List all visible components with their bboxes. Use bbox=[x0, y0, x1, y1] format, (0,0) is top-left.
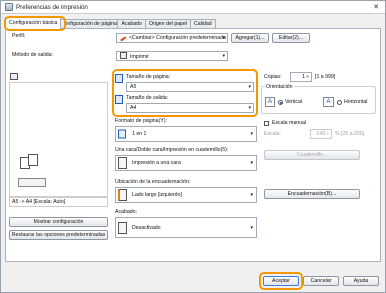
print-preferences-window: Preferencias de impresión ✕ Configuració… bbox=[0, 0, 386, 293]
tab-basic-settings[interactable]: Configuración básica bbox=[5, 17, 62, 29]
binding-icon bbox=[118, 189, 127, 201]
manual-scale-label: Escala manual bbox=[272, 120, 307, 126]
binding-label: Ubicación de la encuadernación: bbox=[115, 179, 191, 185]
add-profile-button[interactable]: Agregar(1)... bbox=[231, 33, 269, 43]
page-layout-value: 1 en 1 bbox=[132, 131, 147, 137]
preview-mode-icon[interactable] bbox=[10, 73, 18, 80]
horizontal-label: Horizontal bbox=[344, 99, 368, 105]
printer-small-icon bbox=[120, 52, 127, 59]
preview-area bbox=[9, 82, 108, 197]
finishing-label: Acabado: bbox=[115, 209, 137, 215]
chevron-down-icon: ▾ bbox=[222, 53, 225, 59]
page-size-icon bbox=[115, 74, 123, 83]
booklet-button[interactable]: Cuadernillo... bbox=[264, 150, 360, 160]
chevron-down-icon: ▾ bbox=[250, 160, 253, 166]
output-method-value: Imprimir bbox=[130, 54, 149, 60]
page-layout-select[interactable]: 1 en 1 ▾ bbox=[115, 126, 257, 142]
chevron-down-icon: ▾ bbox=[248, 84, 251, 90]
chevron-down-icon: ▾ bbox=[222, 35, 225, 41]
duplex-value: Impresión a una cara bbox=[132, 160, 181, 166]
scale-input[interactable]: 143 ÷ bbox=[310, 129, 332, 139]
duplex-select[interactable]: Impresión a una cara ▾ bbox=[115, 155, 257, 171]
scale-range: % [25 a 200] bbox=[335, 131, 365, 137]
manual-scale-checkbox[interactable] bbox=[264, 121, 269, 126]
help-button[interactable]: Ayuda bbox=[343, 276, 379, 286]
binding-select[interactable]: Lado largo [izquierdo] ▾ bbox=[115, 187, 257, 203]
pencil-icon bbox=[119, 35, 127, 42]
horizontal-radio[interactable] bbox=[337, 100, 342, 105]
show-settings-button[interactable]: Mostrar configuración bbox=[9, 217, 108, 227]
chevron-down-icon: ▾ bbox=[250, 192, 253, 198]
page-layout-label: Formato de página(Y): bbox=[115, 118, 167, 124]
finishing-select[interactable]: Desactivado ▾ bbox=[115, 217, 257, 238]
vertical-label: Vertical bbox=[285, 99, 303, 105]
landscape-icon: A bbox=[323, 97, 334, 107]
preview-options-icon[interactable] bbox=[18, 178, 46, 187]
close-icon[interactable]: ✕ bbox=[370, 3, 382, 12]
output-method-label: Método de salida: bbox=[12, 52, 53, 58]
page-icon bbox=[28, 154, 38, 166]
single-sided-icon bbox=[118, 157, 127, 169]
duplex-label: Una cara/Doble cara/Impresión en cuadern… bbox=[115, 147, 229, 153]
portrait-icon: A bbox=[265, 97, 275, 107]
basic-settings-panel: Perfil: <Cambiar> Configuración predeter… bbox=[5, 28, 381, 262]
chevron-down-icon: ▾ bbox=[250, 224, 253, 231]
window-title: Preferencias de impresión bbox=[16, 3, 88, 11]
edit-profile-button[interactable]: Editar(2)... bbox=[272, 33, 310, 43]
chevron-down-icon: ▾ bbox=[250, 131, 253, 137]
spinner-icon[interactable]: ÷ bbox=[326, 130, 329, 138]
binding-button[interactable]: Encuadernación(B)... bbox=[264, 189, 360, 199]
finishing-value: Desactivado bbox=[132, 224, 161, 231]
orientation-label: Orientación bbox=[265, 84, 294, 90]
profile-label: Perfil: bbox=[12, 33, 26, 39]
printer-icon bbox=[5, 3, 13, 11]
restore-defaults-button[interactable]: Restaurar las opciones predeterminadas bbox=[9, 230, 108, 240]
finishing-icon bbox=[118, 221, 127, 234]
scale-value: 143 bbox=[316, 131, 325, 137]
chevron-down-icon: ▾ bbox=[248, 105, 251, 111]
page-layout-icon bbox=[118, 129, 126, 139]
copies-label: Copias: bbox=[264, 74, 282, 80]
profile-select[interactable]: <Cambiar> Configuración predeterminada ▾ bbox=[116, 33, 228, 43]
preview-caption: A5 -> A4 [Escala: Auto] bbox=[9, 197, 108, 207]
output-size-icon bbox=[115, 95, 123, 104]
page-size-select[interactable]: A5 ▾ bbox=[126, 82, 254, 92]
cancel-button[interactable]: Cancelar bbox=[303, 276, 339, 286]
page-size-label: Tamaño de página: bbox=[126, 74, 171, 80]
copies-input[interactable]: 1 ÷ bbox=[290, 72, 312, 82]
copies-range: [1 a 999] bbox=[315, 74, 336, 80]
title-bar: Preferencias de impresión ✕ bbox=[1, 1, 385, 14]
output-method-select[interactable]: Imprimir ▾ bbox=[116, 51, 228, 61]
page-size-value: A5 bbox=[130, 84, 137, 90]
copies-value: 1 bbox=[302, 74, 305, 80]
orientation-group: Orientación A Vertical A Horizontal bbox=[261, 84, 376, 114]
binding-value: Lado largo [izquierdo] bbox=[132, 192, 182, 198]
vertical-radio[interactable] bbox=[278, 100, 283, 105]
profile-value: <Cambiar> Configuración predeterminada bbox=[129, 35, 226, 41]
ok-button[interactable]: Aceptar bbox=[263, 276, 299, 286]
output-size-label: Tamaño de salida: bbox=[126, 95, 169, 101]
output-size-value: A4 bbox=[130, 105, 137, 111]
spinner-icon[interactable]: ÷ bbox=[306, 73, 309, 81]
output-size-select[interactable]: A4 ▾ bbox=[126, 103, 254, 113]
scale-label: Escala: bbox=[264, 131, 282, 137]
